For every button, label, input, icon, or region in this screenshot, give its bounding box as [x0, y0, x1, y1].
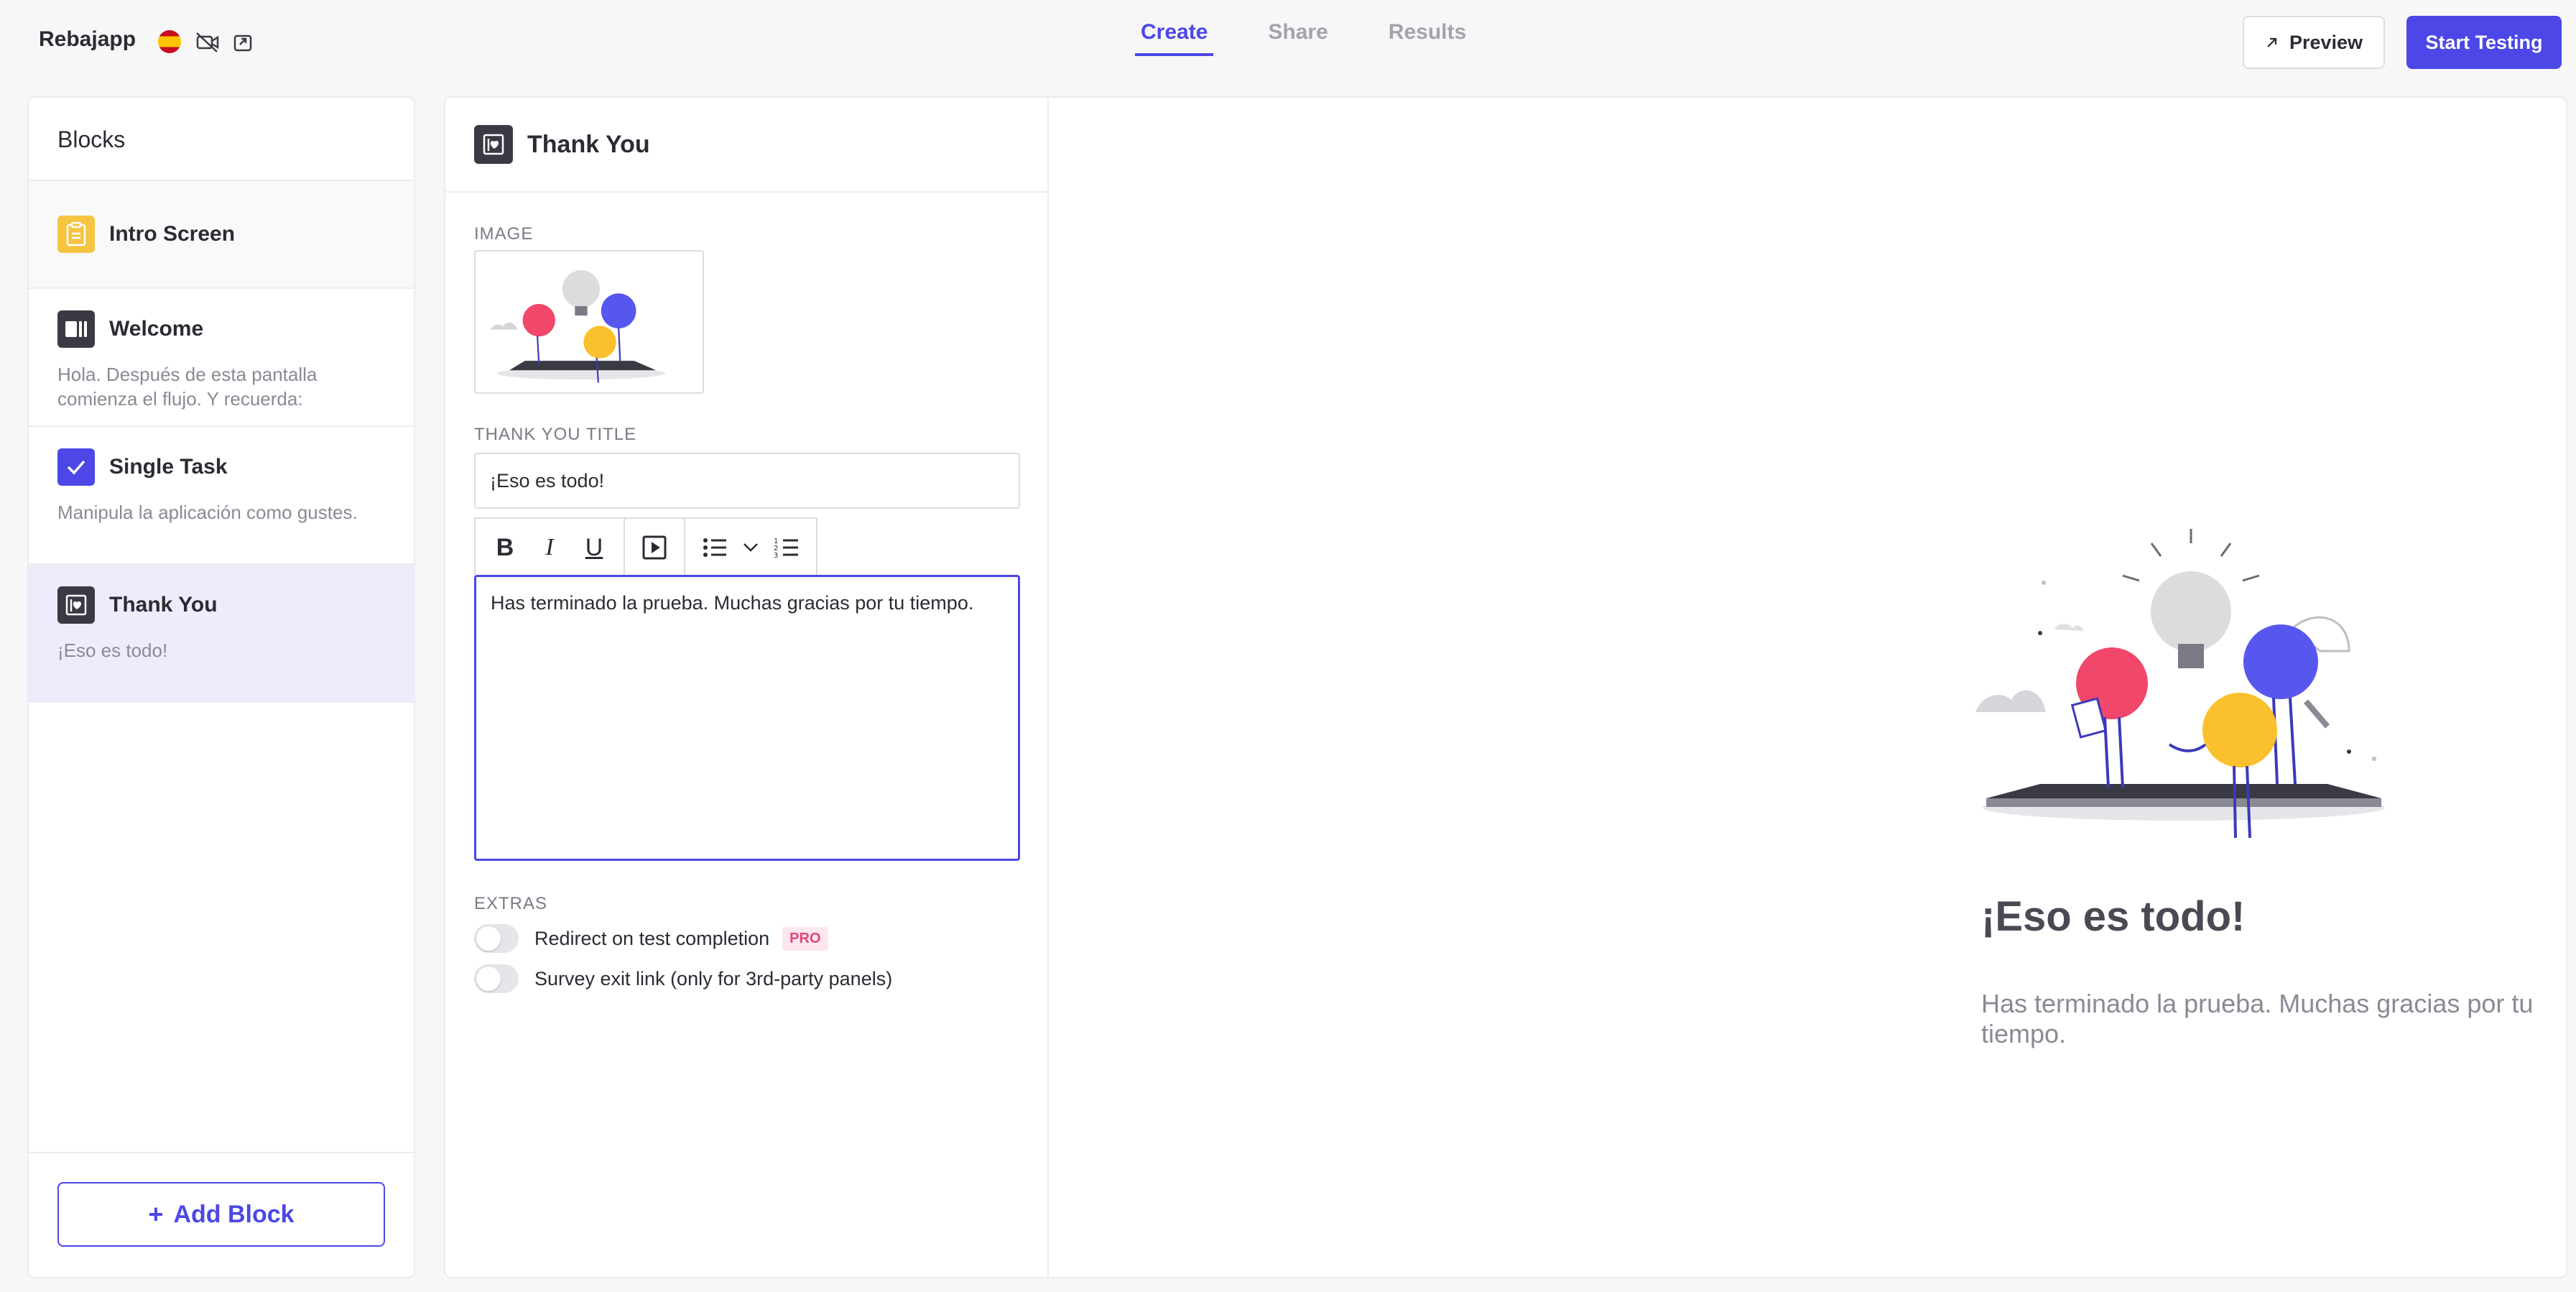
italic-icon[interactable]: I — [530, 528, 569, 567]
format-group: B I U — [476, 519, 625, 576]
preview-button-label: Preview — [2289, 31, 2363, 53]
check-icon — [57, 448, 95, 486]
app-name: Rebajapp — [39, 27, 136, 51]
thank-you-title-label: THANK YOU TITLE — [474, 425, 637, 444]
block-description: Manipula la aplicación como gustes. — [57, 502, 358, 523]
chevron-down-icon[interactable] — [740, 528, 761, 567]
block-description: ¡Eso es todo! — [57, 640, 168, 661]
illustration-image — [490, 270, 666, 383]
plus-icon: + — [148, 1199, 164, 1229]
editor-header: Thank You — [445, 98, 1047, 193]
thank-you-illustration — [1975, 529, 2385, 839]
tab-create[interactable]: Create — [1135, 20, 1214, 56]
start-testing-button[interactable]: Start Testing — [2406, 16, 2562, 69]
video-embed-icon[interactable] — [635, 528, 674, 567]
add-block-button[interactable]: + Add Block — [57, 1182, 385, 1247]
redirect-toggle[interactable] — [474, 924, 519, 953]
editor-title: Thank You — [527, 130, 650, 158]
block-item-intro-screen[interactable]: Intro Screen — [29, 181, 414, 289]
sidebar-title: Blocks — [29, 98, 414, 181]
survey-exit-label: Survey exit link (only for 3rd-party pan… — [534, 967, 893, 989]
video-off-icon[interactable] — [195, 30, 220, 53]
pro-badge: PRO — [782, 926, 828, 951]
rich-text-toolbar: B I U 1 2 3 — [474, 517, 817, 576]
spain-flag-icon[interactable] — [158, 30, 181, 53]
image-thumbnail[interactable] — [474, 250, 704, 394]
block-title: Intro Screen — [109, 222, 236, 246]
bullet-list-icon[interactable] — [695, 528, 734, 567]
thank-you-body-editor[interactable]: Has terminado la prueba. Muchas gracias … — [474, 575, 1020, 861]
preview-title: ¡Eso es todo! — [1981, 893, 2246, 940]
block-item-single-task[interactable]: Single Task Manipula la aplicación como … — [29, 427, 414, 565]
export-icon[interactable] — [231, 30, 256, 53]
clipboard-icon — [57, 216, 95, 253]
arrow-up-right-icon — [2267, 37, 2277, 47]
media-group — [625, 519, 685, 576]
preview-body: Has terminado la prueba. Muchas gracias … — [1981, 989, 2534, 1048]
block-item-thank-you[interactable]: Thank You ¡Eso es todo! — [29, 565, 414, 703]
tab-results[interactable]: Results — [1383, 20, 1472, 56]
thank-you-icon — [474, 125, 513, 164]
top-bar: Rebajapp Create Share Results Preview St… — [0, 0, 2576, 85]
bold-icon[interactable]: B — [486, 528, 524, 567]
sidebar-footer: + Add Block — [29, 1152, 414, 1277]
preview-button[interactable]: Preview — [2243, 16, 2385, 69]
list-group: 1 2 3 — [685, 519, 816, 576]
block-editor: Thank You IMAGE THANK YOU TITLE B — [445, 98, 1049, 1277]
underline-icon[interactable]: U — [575, 528, 613, 567]
redirect-row: Redirect on test completion PRO — [474, 924, 828, 953]
block-title: Thank You — [109, 593, 218, 617]
block-title: Single Task — [109, 455, 228, 479]
extras-label: EXTRAS — [474, 894, 548, 913]
block-item-welcome[interactable]: Welcome Hola. Después de esta pantalla c… — [29, 289, 414, 427]
blocks-sidebar: Blocks Intro Screen Welcome Hola. Despué… — [27, 96, 415, 1278]
numbered-list-icon[interactable]: 1 2 3 — [767, 528, 806, 567]
preview-pane: ¡Eso es todo! Has terminado la prueba. M… — [1049, 98, 2566, 1277]
block-title: Welcome — [109, 317, 204, 341]
survey-exit-row: Survey exit link (only for 3rd-party pan… — [474, 964, 892, 993]
welcome-icon — [57, 310, 95, 348]
block-description: Hola. Después de esta pantalla comienza … — [57, 364, 318, 410]
thank-you-icon — [57, 586, 95, 624]
svg-text:3: 3 — [774, 552, 778, 559]
tab-share[interactable]: Share — [1262, 20, 1333, 56]
thank-you-title-input[interactable] — [474, 453, 1020, 509]
survey-exit-toggle[interactable] — [474, 964, 519, 993]
main-panel: Thank You IMAGE THANK YOU TITLE B — [444, 96, 2567, 1278]
add-block-label: Add Block — [173, 1200, 295, 1228]
redirect-label: Redirect on test completion — [534, 927, 770, 949]
main-tabs: Create Share Results — [1135, 20, 1472, 56]
image-label: IMAGE — [474, 224, 534, 244]
